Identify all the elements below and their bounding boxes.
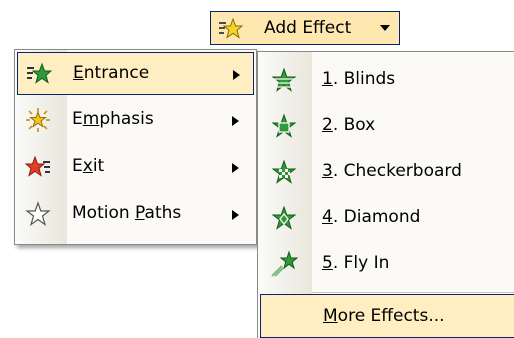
menu-item-label: 2. Box: [322, 115, 376, 135]
add-effect-button[interactable]: Add Effect: [210, 11, 400, 45]
menu-item-label: Exit: [72, 156, 105, 176]
menu-item-motion-paths[interactable]: Motion Paths: [17, 193, 254, 236]
menu-item-blinds[interactable]: 1. Blinds: [260, 58, 514, 102]
submenu-arrow-icon: [230, 67, 242, 81]
box-effect-icon: [270, 112, 298, 140]
submenu-arrow-icon: [229, 113, 241, 127]
emphasis-star-icon: [25, 107, 51, 133]
menu-item-label: 5. Fly In: [322, 253, 390, 273]
menu-item-label: 4. Diamond: [322, 207, 421, 227]
menu-item-more-effects[interactable]: More Effects...: [260, 294, 514, 338]
motion-path-star-icon: [25, 201, 51, 227]
menu-item-fly-in[interactable]: 5. Fly In: [260, 242, 514, 286]
submenu-arrow-icon: [229, 160, 241, 174]
menu-item-emphasis[interactable]: Emphasis: [17, 99, 254, 142]
menu-item-diamond[interactable]: 4. Diamond: [260, 196, 514, 240]
entrance-star-icon: [26, 61, 53, 87]
add-effect-label: Add Effect: [264, 18, 352, 38]
menu-item-label: Emphasis: [72, 109, 154, 129]
exit-star-icon: [24, 154, 51, 180]
menu-item-label: Entrance: [73, 63, 150, 83]
diamond-effect-icon: [270, 204, 298, 232]
menu-separator: [312, 292, 514, 293]
menu-item-label: 3. Checkerboard: [322, 161, 462, 181]
menu-item-label: Motion Paths: [72, 203, 182, 223]
blinds-effect-icon: [270, 66, 298, 94]
submenu-arrow-icon: [229, 207, 241, 221]
menu-item-box[interactable]: 2. Box: [260, 104, 514, 148]
menu-item-exit[interactable]: Exit: [17, 146, 254, 189]
menu-item-entrance[interactable]: Entrance: [17, 52, 254, 95]
entrance-effects-submenu: 1. Blinds 2. Box 3. Checkerboard 4. Diam…: [257, 51, 514, 338]
fly-in-effect-icon: [270, 250, 299, 278]
checkerboard-effect-icon: [270, 158, 298, 186]
menu-item-checkerboard[interactable]: 3. Checkerboard: [260, 150, 514, 194]
chevron-down-icon: [377, 20, 393, 36]
add-effect-star-icon: [217, 16, 244, 42]
menu-item-label: 1. Blinds: [322, 69, 396, 89]
menu-item-label: More Effects...: [323, 306, 445, 326]
effect-category-menu: Entrance Emphasis Exit Motion Paths: [14, 49, 257, 245]
